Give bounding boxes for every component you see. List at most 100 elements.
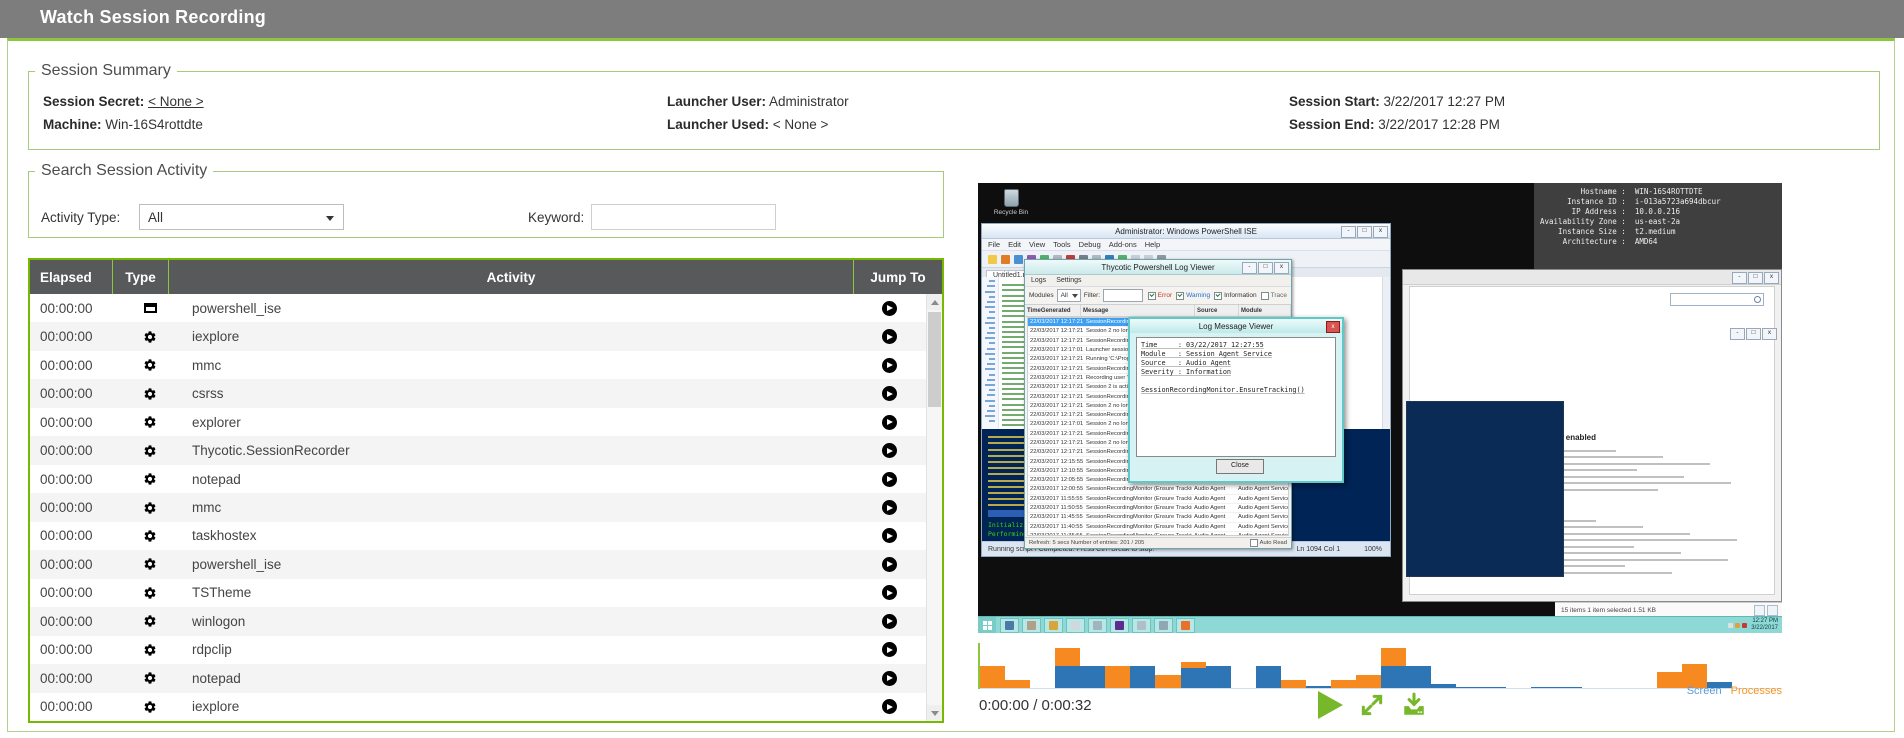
timeline-bar[interactable] [1255,666,1281,688]
timeline-bar[interactable] [1431,684,1457,688]
download-icon[interactable] [1401,692,1427,718]
log-row[interactable]: 22/03/2017 11:45:55 SessionRecordingMonit… [1028,513,1288,523]
start-button[interactable] [978,617,996,633]
jump-to-play-button[interactable] [881,500,897,516]
taskbar-app-icon[interactable] [1000,617,1019,633]
timeline-bar[interactable] [1055,648,1081,688]
taskbar-app-icon[interactable] [1154,617,1173,633]
jump-to-play-button[interactable] [881,300,897,316]
timeline-bar[interactable] [1005,680,1031,688]
jump-to-play-button[interactable] [881,414,897,430]
timeline-bar[interactable] [1381,648,1407,688]
maximize-icon[interactable]: □ [1258,262,1273,274]
minimize-icon[interactable]: - [1730,328,1745,340]
table-scrollbar[interactable] [926,294,942,721]
taskbar-clock[interactable]: 12:27 PM 3/22/2017 [1751,618,1778,632]
fullscreen-icon[interactable] [1359,692,1385,718]
timeline-bar[interactable] [1531,687,1557,688]
jump-to-play-button[interactable] [881,329,897,345]
menu-item[interactable]: Debug [1079,240,1101,249]
jump-to-play-button[interactable] [881,670,897,686]
timeline-bar[interactable] [1305,686,1331,688]
view-toggle-icons[interactable] [1754,605,1778,616]
scrollbar-thumb[interactable] [928,312,941,407]
checkbox-information[interactable]: Information [1214,291,1257,300]
log-row[interactable]: 22/03/2017 11:35:55 SessionRecordingMonit… [1028,532,1288,535]
maximize-icon[interactable]: □ [1746,328,1761,340]
activity-timeline[interactable]: Screen Processes [978,643,1782,697]
menu-item[interactable]: Edit [1008,240,1021,249]
timeline-bar[interactable] [1355,675,1381,688]
search-box[interactable] [1670,293,1764,306]
jump-to-play-button[interactable] [881,642,897,658]
menu-item[interactable]: File [988,240,1000,249]
close-icon[interactable]: x [1762,328,1777,340]
close-icon[interactable]: x [1373,226,1388,238]
checkbox-error[interactable]: Error [1147,291,1172,300]
jump-to-play-button[interactable] [881,357,897,373]
toolbar-icon[interactable] [988,254,997,264]
jump-to-play-button[interactable] [881,699,897,715]
taskbar-app-icon[interactable] [1110,617,1129,633]
timeline-bar[interactable] [1406,666,1432,688]
taskbar-app-icon[interactable] [1088,617,1107,633]
log-row[interactable]: 22/03/2017 11:40:55 SessionRecordingMonit… [1028,523,1288,532]
menu-item[interactable]: View [1029,240,1045,249]
timeline-bar[interactable] [1556,687,1582,688]
timeline-bar[interactable] [1205,666,1231,688]
session-recording-video[interactable]: Recycle Bin Hostname : WIN-16S4ROTTDTE I… [978,183,1782,633]
timeline-bar[interactable] [980,666,1006,688]
jump-to-play-button[interactable] [881,556,897,572]
close-icon[interactable]: x [1764,272,1779,284]
close-button[interactable]: Close [1216,459,1264,474]
timeline-playhead[interactable] [978,643,980,689]
timeline-bar[interactable] [1481,687,1507,688]
menu-item[interactable]: Add-ons [1109,240,1137,249]
minimize-icon[interactable]: - [1242,262,1257,274]
keyword-input[interactable] [591,204,776,230]
timeline-bar[interactable] [1105,666,1131,688]
modules-select[interactable]: All [1056,289,1081,302]
timeline-bar[interactable] [1080,666,1106,688]
auto-read-checkbox[interactable]: Auto Read [1249,539,1287,547]
timeline-bar[interactable] [1180,662,1206,688]
menu-item[interactable]: Help [1145,240,1160,249]
timeline-bar[interactable] [1456,687,1482,688]
taskbar-app-icon[interactable] [1044,617,1063,633]
taskbar-app-icon[interactable] [1066,617,1085,633]
menu-item[interactable]: Settings [1056,277,1081,284]
log-viewer-menubar[interactable]: Logs Settings [1025,275,1291,287]
jump-to-play-button[interactable] [881,585,897,601]
session-secret-link[interactable]: < None > [148,94,204,109]
maximize-icon[interactable]: □ [1748,272,1763,284]
checkbox-trace[interactable]: Trace [1260,291,1287,300]
toolbar-icon[interactable] [1014,254,1023,264]
checkbox-warning[interactable]: Warning [1176,291,1210,300]
log-row[interactable]: 22/03/2017 12:00:55 SessionRecordingMonit… [1028,485,1288,495]
menu-item[interactable]: Logs [1031,277,1046,284]
timeline-bar[interactable] [1155,675,1181,688]
jump-to-play-button[interactable] [881,471,897,487]
log-row[interactable]: 22/03/2017 11:50:55 SessionRecordingMonit… [1028,504,1288,514]
maximize-icon[interactable]: □ [1357,226,1372,238]
toolbar-icon[interactable] [1001,254,1010,264]
activity-type-select[interactable]: All [139,204,344,230]
timeline-bar[interactable] [1130,666,1156,688]
play-button[interactable] [1318,691,1343,719]
minimize-icon[interactable]: - [1732,272,1747,284]
jump-to-play-button[interactable] [881,613,897,629]
scroll-down-icon[interactable] [927,705,942,721]
jump-to-play-button[interactable] [881,443,897,459]
close-icon[interactable]: x [1326,321,1340,333]
scroll-up-icon[interactable] [927,294,942,310]
timeline-bar[interactable] [1330,680,1356,688]
taskbar-app-icon[interactable] [1176,617,1195,633]
log-row[interactable]: 22/03/2017 11:55:55 SessionRecordingMonit… [1028,495,1288,504]
timeline-bar[interactable] [1656,672,1682,688]
taskbar-app-icon[interactable] [1132,617,1151,633]
ise-menubar[interactable]: File Edit View Tools Debug Add-ons Help [982,239,1390,251]
timeline-bars[interactable] [980,643,1782,688]
jump-to-play-button[interactable] [881,386,897,402]
minimize-icon[interactable]: - [1341,226,1356,238]
close-icon[interactable]: x [1274,262,1289,274]
